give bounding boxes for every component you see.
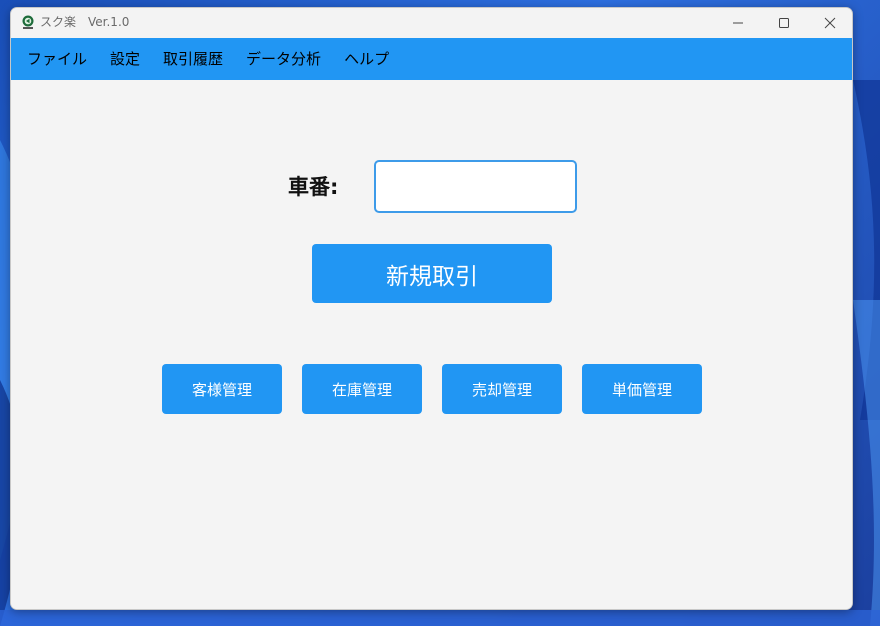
window-title: スク楽 Ver.1.0 xyxy=(40,15,130,29)
menu-item-data-analysis[interactable]: データ分析 xyxy=(246,38,321,80)
close-button[interactable] xyxy=(807,8,852,38)
close-icon xyxy=(824,17,836,29)
customer-management-button[interactable]: 客様管理 xyxy=(162,364,282,414)
menu-bar: ファイル 設定 取引履歴 データ分析 ヘルプ xyxy=(11,38,852,80)
maximize-icon xyxy=(779,18,789,28)
car-number-input[interactable] xyxy=(374,160,577,213)
new-transaction-button[interactable]: 新規取引 xyxy=(312,244,552,303)
menu-item-help[interactable]: ヘルプ xyxy=(344,38,389,80)
car-number-label: 車番: xyxy=(288,175,339,199)
main-content: 車番: 新規取引 客様管理 在庫管理 売却管理 単価管理 xyxy=(11,80,852,609)
maximize-button[interactable] xyxy=(761,8,807,38)
inventory-management-button[interactable]: 在庫管理 xyxy=(302,364,422,414)
minimize-button[interactable] xyxy=(715,8,761,38)
app-logo-icon xyxy=(22,15,34,29)
app-window: スク楽 Ver.1.0 ファイル 設定 取引履歴 データ分析 ヘルプ 車番: 新… xyxy=(10,7,853,610)
menu-item-file[interactable]: ファイル xyxy=(27,38,87,80)
title-bar[interactable]: スク楽 Ver.1.0 xyxy=(11,8,852,38)
menu-item-transaction-history[interactable]: 取引履歴 xyxy=(163,38,223,80)
sales-management-button[interactable]: 売却管理 xyxy=(442,364,562,414)
minimize-icon xyxy=(733,22,743,24)
unit-price-management-button[interactable]: 単価管理 xyxy=(582,364,702,414)
menu-item-settings[interactable]: 設定 xyxy=(110,38,140,80)
